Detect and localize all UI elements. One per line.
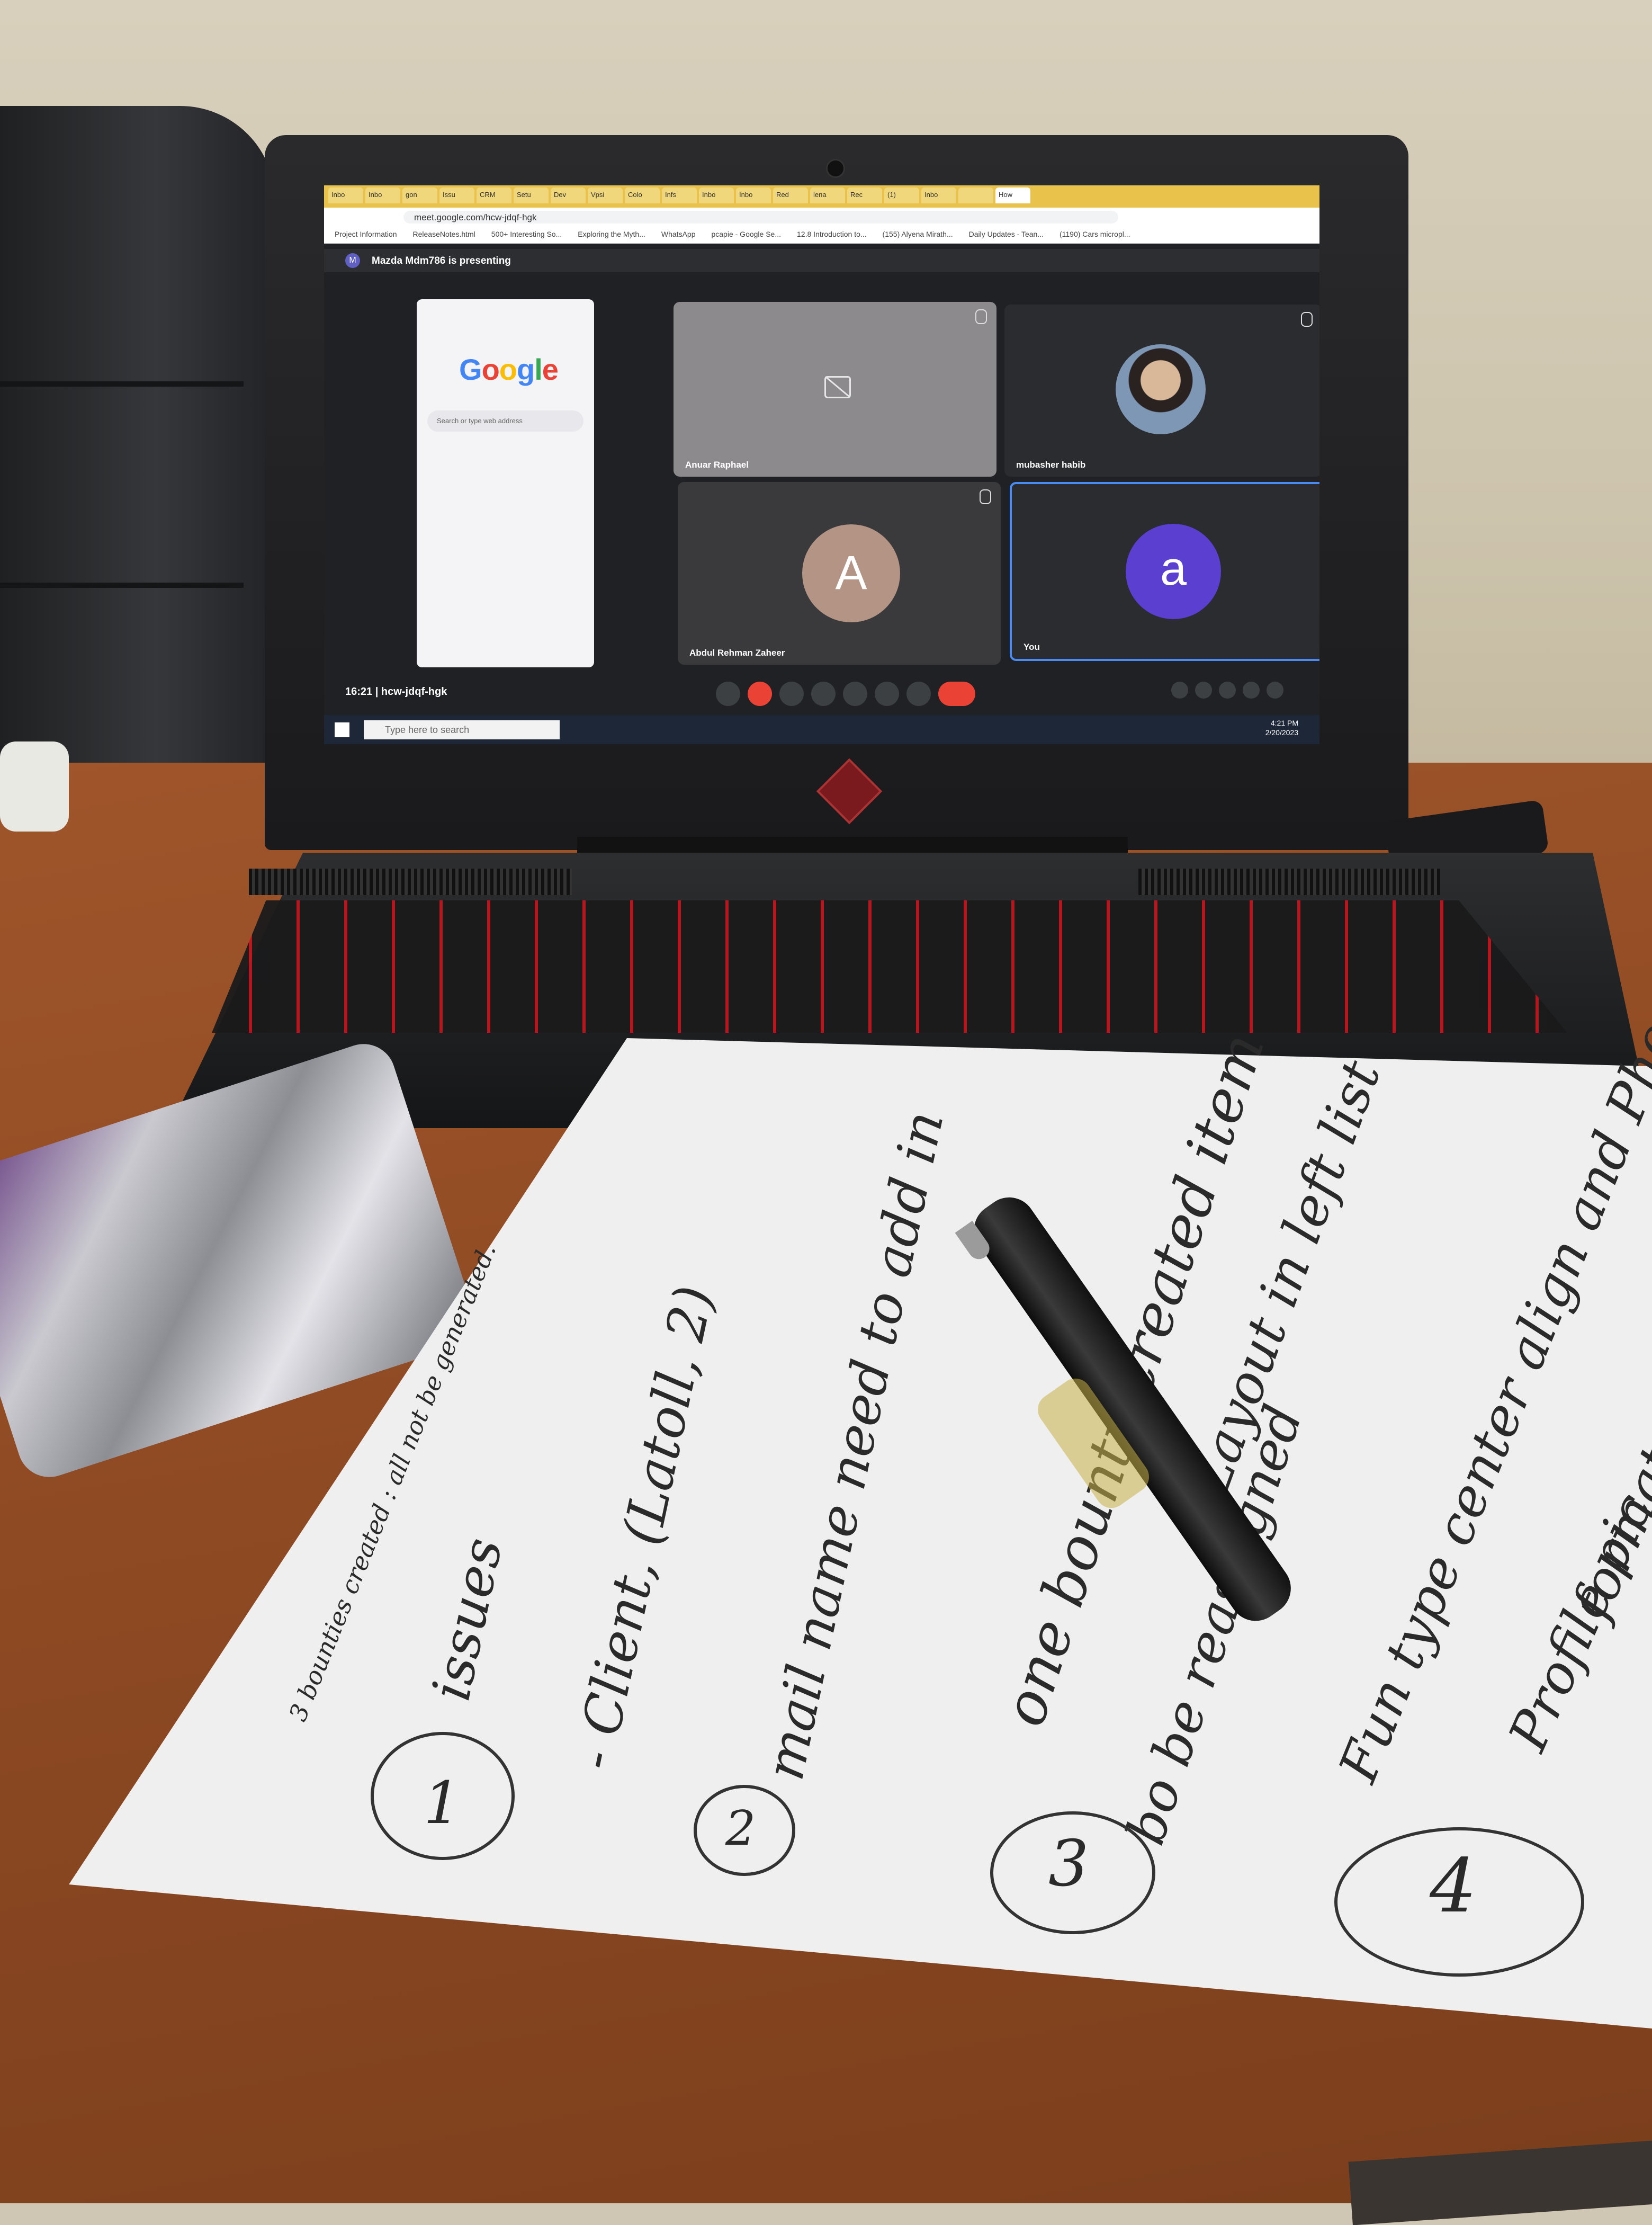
bookmark[interactable]: Exploring the Myth...	[578, 230, 645, 240]
mic-button[interactable]	[716, 682, 740, 706]
presenting-banner: M Mazda Mdm786 is presenting	[324, 249, 1319, 272]
search-input[interactable]: Search or type web address	[427, 410, 583, 432]
browser-tab[interactable]: Infs	[662, 187, 697, 203]
raise-hand-button[interactable]	[811, 682, 836, 706]
more-options-button[interactable]	[906, 682, 931, 706]
participant-name: You	[1023, 642, 1040, 652]
separator: |	[375, 686, 379, 698]
browser-tab[interactable]: Inbo	[921, 187, 956, 203]
note-number: 4	[1430, 1843, 1477, 1929]
participant-tile[interactable]: mubasher habib	[1004, 305, 1319, 477]
browser-tab[interactable]: Inbo	[328, 187, 363, 203]
bookmark[interactable]: 12.8 Introduction to...	[797, 230, 867, 240]
browser-tab[interactable]: Inbo	[699, 187, 734, 203]
browser-tab[interactable]: Inbo	[365, 187, 400, 203]
end-call-button[interactable]	[938, 682, 975, 706]
bookmark[interactable]: (1190) Cars micropl...	[1060, 230, 1130, 240]
bookmark[interactable]: 500+ Interesting So...	[491, 230, 562, 240]
note-number: 3	[1048, 1827, 1089, 1901]
windows-start-icon[interactable]	[335, 722, 349, 737]
laptop-screen: Inbo Inbo gon Issu CRM Setu Dev Vpsi Col…	[324, 185, 1319, 744]
camera-button[interactable]	[748, 682, 772, 706]
clock-time: 4:21 PM	[1270, 719, 1298, 727]
taskbar-clock: 4:21 PM 2/20/2023	[1265, 718, 1298, 737]
info-icon[interactable]	[1171, 682, 1188, 699]
address-bar: meet.google.com/hcw-jdqf-hgk	[324, 208, 1319, 227]
captions-button[interactable]	[779, 682, 804, 706]
browser-tab[interactable]: (1)	[884, 187, 919, 203]
browser-tab[interactable]: CRM	[477, 187, 511, 203]
browser-tab[interactable]: Red	[773, 187, 808, 203]
note-number: 2	[725, 1801, 756, 1856]
browser-tab[interactable]: Setu	[514, 187, 549, 203]
participant-name: mubasher habib	[1016, 460, 1086, 470]
webcam-icon	[826, 159, 845, 178]
clock-date: 2/20/2023	[1265, 728, 1298, 737]
meeting-time: 16:21	[345, 686, 373, 698]
browser-tab[interactable]: Vpsi	[588, 187, 623, 203]
people-icon[interactable]	[1195, 682, 1212, 699]
avatar: A	[802, 524, 900, 622]
browser-tab[interactable]	[958, 187, 993, 203]
participant-name: Abdul Rehman Zaheer	[689, 648, 785, 658]
avatar: M	[345, 253, 360, 268]
chair-seam	[0, 583, 244, 588]
backlit-keyboard	[212, 900, 1567, 1033]
bookmark[interactable]: pcapie - Google Se...	[711, 230, 781, 240]
bookmarks-bar: Project Information ReleaseNotes.html 50…	[324, 227, 1319, 244]
bookmark[interactable]: ReleaseNotes.html	[413, 230, 475, 240]
taskbar-search-input[interactable]: Type here to search	[364, 720, 560, 739]
lock-icon[interactable]	[1267, 682, 1283, 699]
charger-adapter	[0, 741, 69, 832]
avatar: a	[1126, 524, 1221, 619]
browser-tab[interactable]: Dev	[551, 187, 586, 203]
chair-seam	[0, 381, 244, 387]
browser-tab[interactable]: Issu	[439, 187, 474, 203]
chat-icon[interactable]	[1219, 682, 1236, 699]
participant-tile[interactable]: Anuar Raphael	[674, 302, 996, 477]
browser-tab[interactable]: Colo	[625, 187, 660, 203]
bookmark[interactable]: (155) Alyena Mirath...	[883, 230, 953, 240]
bookmark[interactable]: Daily Updates - Tean...	[969, 230, 1044, 240]
camera-off-icon	[824, 376, 851, 398]
meeting-info: 16:21 | hcw-jdqf-hgk	[345, 686, 447, 698]
present-button[interactable]	[875, 682, 899, 706]
google-logo: Google	[459, 353, 559, 386]
activities-icon[interactable]	[1243, 682, 1260, 699]
meeting-code: hcw-jdqf-hgk	[381, 686, 447, 698]
browser-tab[interactable]: Rec	[847, 187, 882, 203]
bookmark[interactable]: WhatsApp	[661, 230, 696, 240]
browser-tab-active[interactable]: How	[995, 187, 1030, 203]
participant-tile[interactable]: A Abdul Rehman Zaheer	[678, 482, 1001, 665]
participant-name: Anuar Raphael	[685, 460, 749, 470]
browser-tab[interactable]: Inbo	[736, 187, 771, 203]
participant-tile-self[interactable]: a You	[1010, 482, 1319, 661]
browser-tab[interactable]: gon	[402, 187, 437, 203]
note-number: 1	[424, 1769, 461, 1837]
office-chair	[0, 106, 275, 784]
browser-tab-bar: Inbo Inbo gon Issu CRM Setu Dev Vpsi Col…	[324, 185, 1319, 208]
windows-taskbar: Type here to search 4:21 PM 2/20/2023	[324, 715, 1319, 744]
shared-phone-screen: Google Search or type web address	[417, 299, 594, 667]
speaker-grille	[1138, 869, 1440, 895]
browser-tab[interactable]: lena	[810, 187, 845, 203]
bookmark[interactable]: Project Information	[335, 230, 397, 240]
presenting-label: Mazda Mdm786 is presenting	[372, 255, 511, 266]
meet-control-bar: 16:21 | hcw-jdqf-hgk	[324, 675, 1319, 712]
mic-muted-icon	[1301, 312, 1313, 327]
url-field[interactable]: meet.google.com/hcw-jdqf-hgk	[403, 211, 1118, 224]
speaker-grille	[249, 869, 572, 895]
mic-muted-icon	[980, 489, 991, 504]
emoji-button[interactable]	[843, 682, 867, 706]
mic-muted-icon	[975, 309, 987, 324]
avatar	[1116, 344, 1206, 434]
